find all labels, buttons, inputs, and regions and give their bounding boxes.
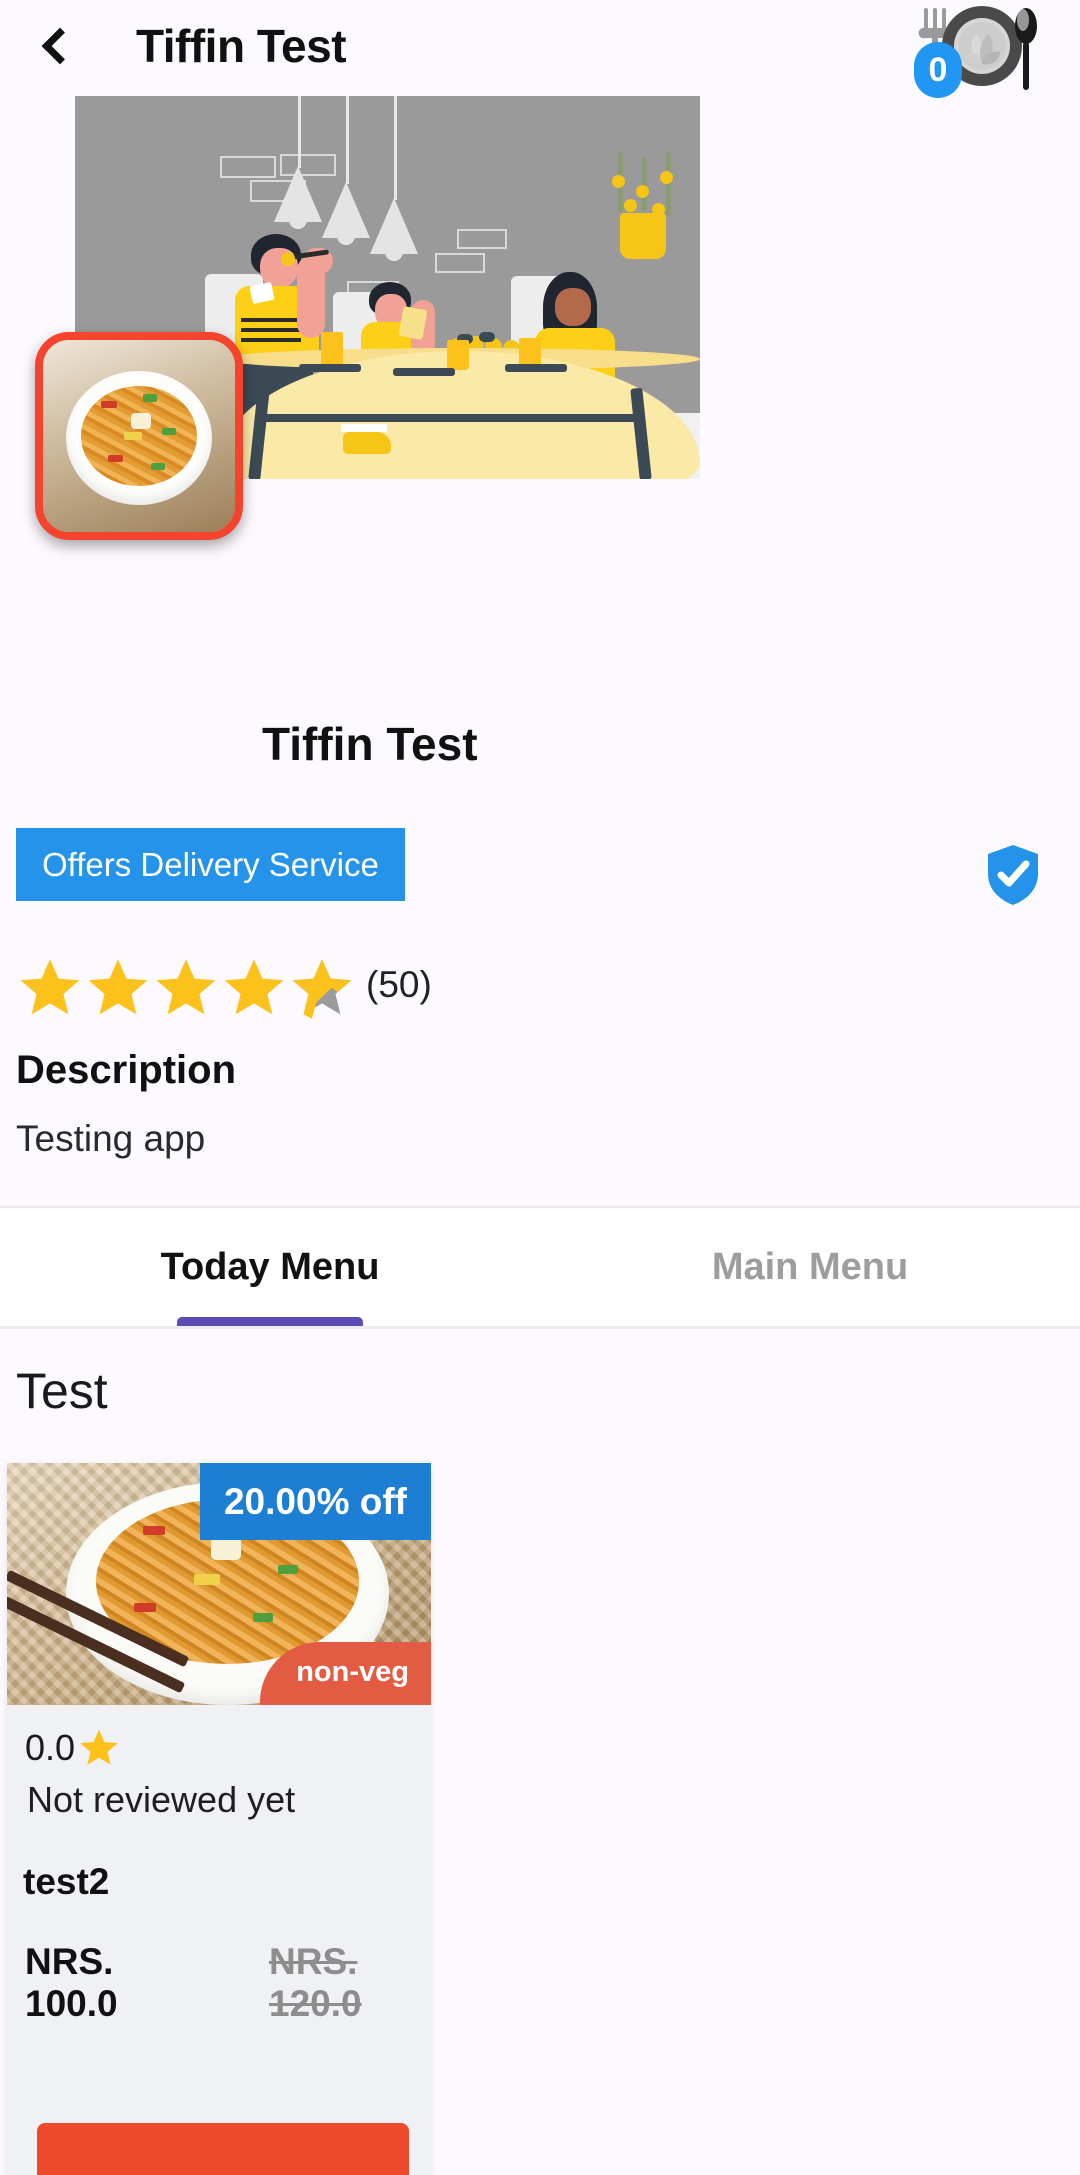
menu-item-details: 0.0 Not reviewed yet test2 NRS. 100.0 NR… [7,1705,431,2025]
menu-item-rating-value: 0.0 [25,1727,76,1768]
cart-count-badge: 0 [914,42,962,98]
menu-item-name: test2 [23,1861,110,1902]
menu-item-image: 20.00% off non-veg [7,1463,431,1705]
back-button[interactable] [26,16,86,76]
back-chevron-icon [41,27,79,65]
star-icon [20,959,80,1015]
star-icon [80,1729,118,1765]
menu-item-card[interactable]: 20.00% off non-veg 0.0 Not reviewed yet … [7,1463,431,2175]
noodles-logo-thumbnail [43,340,235,532]
restaurant-name: Tiffin Test [262,718,478,770]
star-icon [224,959,284,1015]
delivery-service-badge: Offers Delivery Service [16,828,405,901]
page-title: Tiffin Test [136,20,347,72]
tab-today-menu-label: Today Menu [160,1245,380,1288]
rating-row: (50) [16,955,432,1021]
star-icon [88,959,148,1015]
restaurant-logo[interactable] [35,332,243,540]
star-icon [292,959,352,1019]
description-heading: Description [16,1048,237,1092]
menu-section-title: Test [16,1363,108,1419]
menu-item-price-current: NRS. 100.0 [25,1941,118,2024]
menu-tabs: Today Menu Main Menu [0,1208,1080,1326]
tab-main-menu-label: Main Menu [711,1245,909,1288]
tabs-bottom-border [0,1326,1080,1329]
description-text: Testing app [16,1118,206,1159]
tab-active-indicator [177,1317,363,1326]
tab-today-menu[interactable]: Today Menu [0,1208,540,1326]
cart-button[interactable]: 0 [904,0,1054,98]
tab-main-menu[interactable]: Main Menu [540,1208,1080,1326]
restaurant-banner [0,92,1080,572]
add-to-cart-button[interactable] [37,2123,409,2175]
menu-item-rating-row: 0.0 [7,1705,431,1769]
restaurant-meta-row: Offers Delivery Service [0,828,1080,944]
star-icon [156,959,216,1015]
hanging-plant-icon [608,151,678,271]
rating-count: (50) [366,964,432,1005]
menu-item-price-row: NRS. 100.0 NRS. 120.0 [7,1903,431,2025]
menu-item-review-status: Not reviewed yet [27,1779,296,1820]
menu-item-price-original: NRS. 120.0 [269,1941,362,2024]
diet-tag: non-veg [260,1642,431,1705]
discount-badge: 20.00% off [199,1463,431,1540]
verified-shield-icon [986,844,1040,906]
app-bar: Tiffin Test 0 [0,0,1080,98]
